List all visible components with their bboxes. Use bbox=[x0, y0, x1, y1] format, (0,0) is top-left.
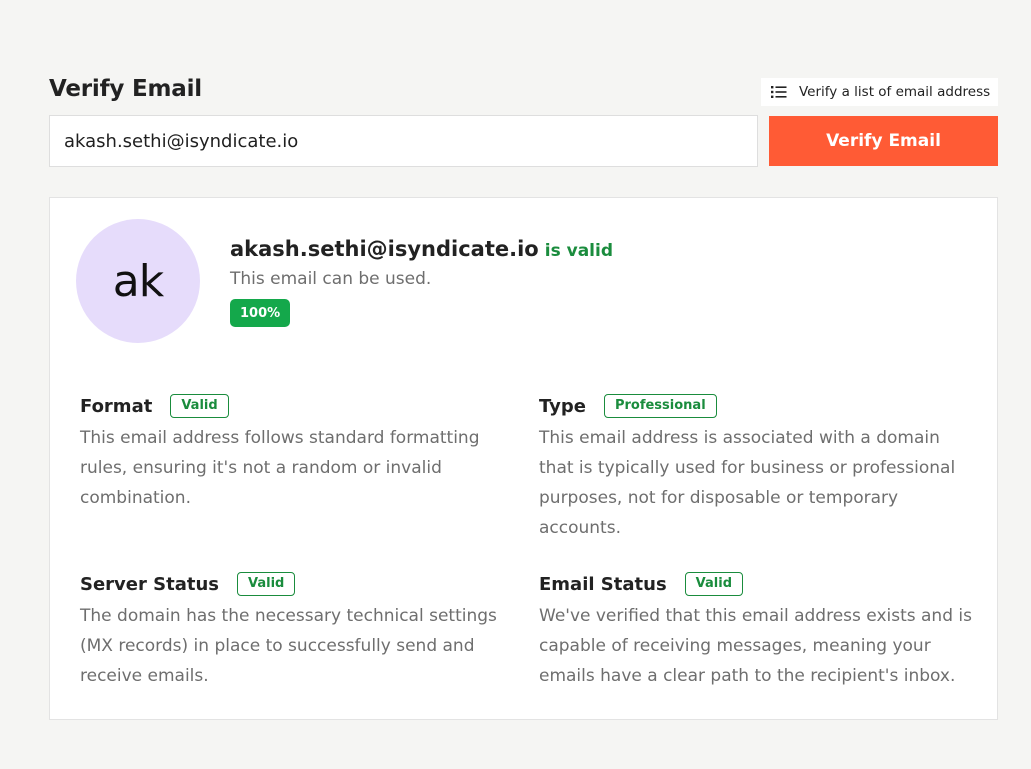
verify-list-label: Verify a list of email address bbox=[799, 84, 991, 100]
avatar: ak bbox=[76, 219, 200, 343]
check-title: Email Status bbox=[539, 573, 667, 595]
page-title: Verify Email bbox=[49, 76, 202, 102]
result-description: This email can be used. bbox=[230, 269, 432, 289]
status-badge: Valid bbox=[170, 394, 229, 418]
check-description: The domain has the necessary technical s… bbox=[80, 606, 497, 686]
list-icon bbox=[771, 86, 787, 98]
status-badge: Professional bbox=[603, 394, 717, 418]
check-format: Format Valid This email address follows … bbox=[80, 393, 520, 513]
result-headline: akash.sethi@isyndicate.io is valid bbox=[230, 237, 613, 261]
result-email: akash.sethi@isyndicate.io bbox=[230, 237, 539, 261]
check-title: Server Status bbox=[80, 573, 219, 595]
check-title: Type bbox=[539, 395, 586, 417]
email-input[interactable] bbox=[49, 115, 758, 167]
check-email-status: Email Status Valid We've verified that t… bbox=[539, 571, 979, 691]
verify-list-link[interactable]: Verify a list of email address bbox=[761, 78, 998, 106]
result-card: ak akash.sethi@isyndicate.io is valid Thi… bbox=[49, 197, 998, 720]
check-description: This email address follows standard form… bbox=[80, 428, 480, 508]
check-server-status: Server Status Valid The domain has the n… bbox=[80, 571, 520, 691]
check-description: This email address is associated with a … bbox=[539, 428, 956, 538]
status-badge: Valid bbox=[236, 572, 296, 596]
check-title: Format bbox=[80, 395, 153, 417]
status-badge: Valid bbox=[684, 572, 743, 596]
validity-status: is valid bbox=[544, 241, 613, 261]
score-badge: 100% bbox=[230, 299, 291, 327]
verify-email-page: Verify Email Verify a list of email addr… bbox=[0, 0, 1031, 769]
verify-email-button[interactable]: Verify Email bbox=[769, 116, 998, 166]
check-description: We've verified that this email address e… bbox=[539, 606, 972, 686]
check-type: Type Professional This email address is … bbox=[539, 393, 979, 543]
